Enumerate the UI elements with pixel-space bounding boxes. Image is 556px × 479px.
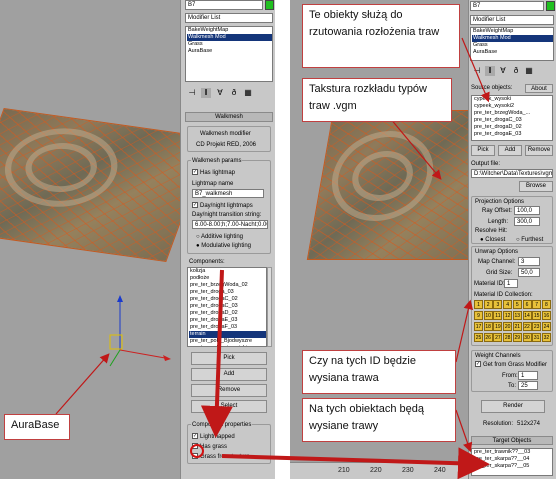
callout-source-objects: Te obiekty służą do rzutowania rozłożeni… bbox=[302, 4, 460, 68]
callout-aurabase: AuraBase bbox=[4, 414, 70, 440]
annotation-arrows bbox=[55, 37, 490, 479]
callout-vgm-texture: Takstura rozkładu typów traw .vgm bbox=[302, 78, 452, 122]
callout-target-objects: Na tych obiektach będą wysiane trawy bbox=[302, 398, 456, 442]
callout-material-ids: Czy na tych ID będzie wysiana trawa bbox=[302, 350, 456, 394]
